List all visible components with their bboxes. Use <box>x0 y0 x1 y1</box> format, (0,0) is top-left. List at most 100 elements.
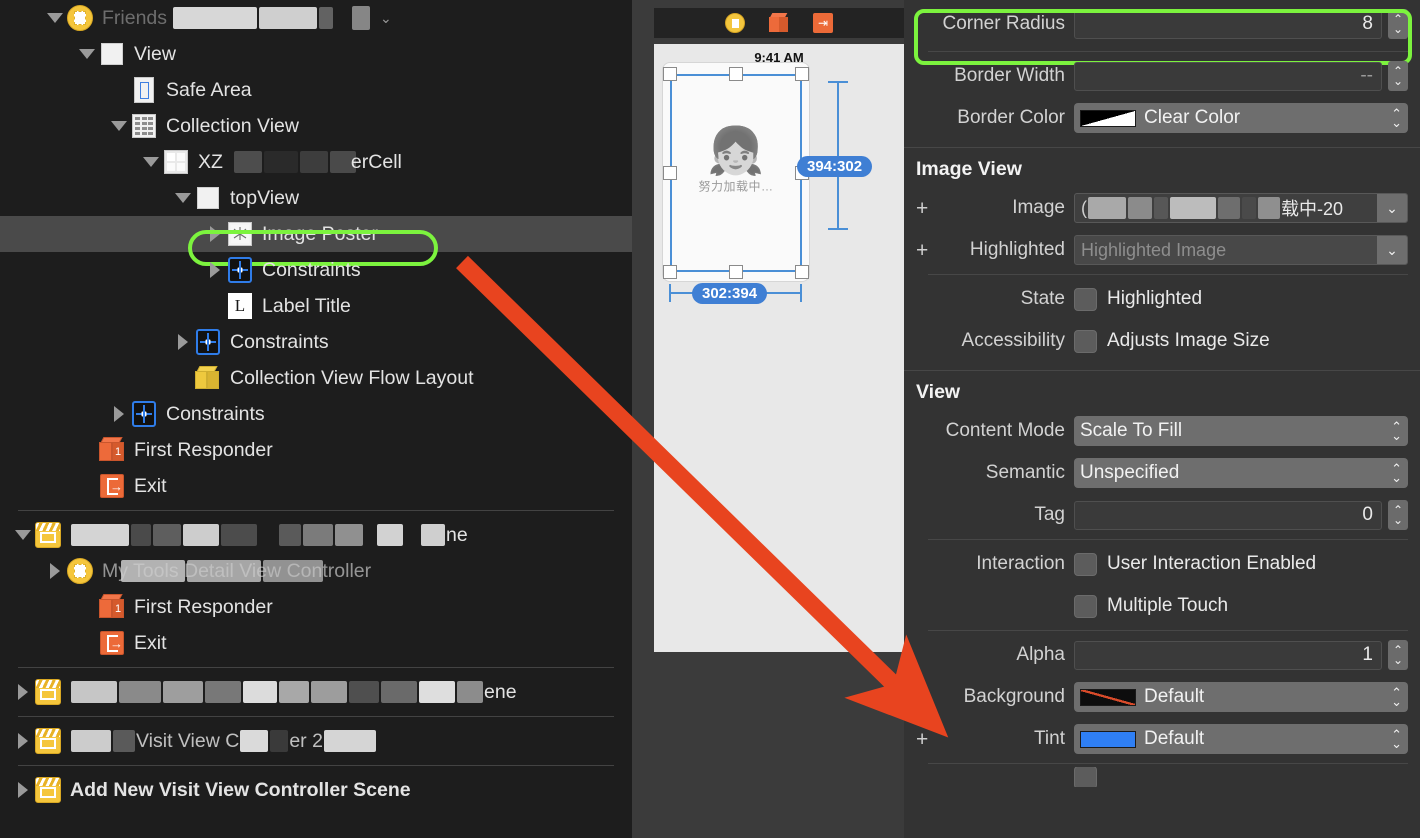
size-badge-bottom[interactable]: 302:394 <box>692 283 768 304</box>
disclosure-triangle-icon[interactable] <box>12 723 34 759</box>
device-preview[interactable]: 9:41 AM 👧 努力加载中… 394:302 302:394 <box>654 44 904 652</box>
image-chevron-down-icon[interactable]: ⌄ <box>1377 194 1407 222</box>
resize-handle-bottom-left[interactable] <box>663 265 677 279</box>
tag-input[interactable]: 0 <box>1074 500 1382 530</box>
image-row[interactable]: + Image ( 载中-20 ⌄ <box>904 187 1420 229</box>
border-width-row[interactable]: Border Width -- ⌃ ⌄ <box>904 55 1420 97</box>
outline-row-collection-view-cell[interactable]: XZ erCell <box>0 144 632 180</box>
disclosure-triangle-icon[interactable] <box>204 252 226 288</box>
alpha-row[interactable]: Alpha 1 ⌃ ⌄ <box>904 634 1420 676</box>
accessibility-row[interactable]: Accessibility Adjusts Image Size <box>904 320 1420 362</box>
corner-radius-stepper[interactable]: ⌃ ⌄ <box>1388 9 1408 39</box>
background-popup[interactable]: Default ⌃ ⌄ <box>1074 682 1408 712</box>
outline-row-collection-view[interactable]: Collection View <box>0 108 632 144</box>
outline-row-constraints-3[interactable]: Constraints <box>0 396 632 432</box>
content-mode-popup[interactable]: Scale To Fill ⌃ ⌄ <box>1074 416 1408 446</box>
multiple-touch-row[interactable]: Multiple Touch <box>904 585 1420 627</box>
border-color-row[interactable]: Border Color Clear Color ⌃ ⌄ <box>904 97 1420 139</box>
outline-row-my-tools-detail-vc[interactable]: My Tools Detail View Controller <box>0 553 632 589</box>
alpha-input[interactable]: 1 <box>1074 640 1382 670</box>
user-interaction-enabled-checkbox[interactable] <box>1074 552 1097 576</box>
outline-row-scene-3[interactable]: ene <box>0 674 632 710</box>
border-width-input[interactable]: -- <box>1074 61 1382 91</box>
outline-row-first-responder-2[interactable]: 1 First Responder <box>0 589 632 625</box>
drawing-row-partial[interactable] <box>904 767 1420 787</box>
drawing-checkbox-partial[interactable] <box>1074 767 1097 787</box>
outline-row-constraints-2[interactable]: Constraints <box>0 324 632 360</box>
outline-row-friends-poster-scene[interactable]: Friends Poster Sc ⌄ <box>0 0 632 36</box>
outline-row-topview[interactable]: topView <box>0 180 632 216</box>
highlighted-chevron-down-icon[interactable]: ⌄ <box>1377 236 1407 264</box>
add-highlighted-variation-icon[interactable]: + <box>916 240 928 261</box>
disclosure-triangle-icon[interactable] <box>12 517 34 553</box>
outline-row-safe-area[interactable]: Safe Area <box>0 72 632 108</box>
view-controller-dock-icon[interactable] <box>725 13 745 33</box>
document-outline-panel[interactable]: Friends Poster Sc ⌄ View Safe Area <box>0 0 632 838</box>
outline-row-scene-4[interactable]: Visit View C er 2 <box>0 723 632 759</box>
state-row[interactable]: State Highlighted <box>904 278 1420 320</box>
disclosure-triangle-icon[interactable] <box>172 324 194 360</box>
image-poster-selection[interactable]: 👧 努力加载中… <box>663 67 809 279</box>
adjusts-image-size-checkbox[interactable] <box>1074 329 1097 353</box>
corner-radius-row[interactable]: Corner Radius 8 ⌃ ⌄ <box>904 0 1420 48</box>
disclosure-triangle-icon[interactable] <box>44 553 66 589</box>
popup-arrows-icon[interactable]: ⌃ ⌄ <box>1391 419 1402 442</box>
outline-row-my-tools-scene[interactable]: My T ne <box>0 517 632 553</box>
canvas-panel[interactable]: ⇥ 9:41 AM 👧 努力加载中… 394:302 302:394 <box>632 0 904 838</box>
corner-radius-input[interactable]: 8 <box>1074 9 1382 39</box>
tag-row[interactable]: Tag 0 ⌃ ⌄ <box>904 494 1420 536</box>
outline-row-flow-layout[interactable]: Collection View Flow Layout <box>0 360 632 396</box>
chevron-down-icon[interactable]: ⌄ <box>380 10 392 27</box>
resize-handle-bottom-right[interactable] <box>795 265 809 279</box>
tint-popup[interactable]: Default ⌃ ⌄ <box>1074 724 1408 754</box>
tint-row[interactable]: + Tint Default ⌃ ⌄ <box>904 718 1420 760</box>
image-combo[interactable]: ( 载中-20 ⌄ <box>1074 193 1408 223</box>
scene-dock[interactable]: ⇥ <box>654 8 904 38</box>
popup-arrows-icon[interactable]: ⌃ ⌄ <box>1391 727 1402 750</box>
disclosure-triangle-icon[interactable] <box>12 772 34 808</box>
alpha-stepper[interactable]: ⌃ ⌄ <box>1388 640 1408 670</box>
disclosure-triangle-icon[interactable] <box>76 36 98 72</box>
outline-row-view[interactable]: View <box>0 36 632 72</box>
disclosure-triangle-icon[interactable] <box>108 108 130 144</box>
outline-row-exit-1[interactable]: Exit <box>0 468 632 504</box>
first-responder-dock-icon[interactable] <box>769 13 789 33</box>
resize-handle-top-left[interactable] <box>663 67 677 81</box>
background-row[interactable]: + Background Default ⌃ ⌄ <box>904 676 1420 718</box>
outline-row-first-responder-1[interactable]: 1 First Responder <box>0 432 632 468</box>
disclosure-triangle-icon[interactable] <box>12 674 34 710</box>
disclosure-triangle-icon[interactable] <box>204 216 226 252</box>
resize-handle-top-center[interactable] <box>729 67 743 81</box>
attributes-inspector-panel[interactable]: Corner Radius 8 ⌃ ⌄ Border Width -- ⌃ ⌄ Bo… <box>904 0 1420 838</box>
outline-row-image-poster[interactable]: Image Poster <box>0 216 632 252</box>
resize-handle-middle-left[interactable] <box>663 166 677 180</box>
outline-row-label-title[interactable]: L Label Title <box>0 288 632 324</box>
disclosure-triangle-icon[interactable] <box>140 144 162 180</box>
semantic-row[interactable]: Semantic Unspecified ⌃ ⌄ <box>904 452 1420 494</box>
add-tint-variation-icon[interactable]: + <box>916 729 928 750</box>
border-color-popup[interactable]: Clear Color ⌃ ⌄ <box>1074 103 1408 133</box>
content-mode-row[interactable]: Content Mode Scale To Fill ⌃ ⌄ <box>904 410 1420 452</box>
highlighted-image-row[interactable]: + Highlighted Highlighted Image ⌄ <box>904 229 1420 271</box>
exit-dock-icon[interactable]: ⇥ <box>813 13 833 33</box>
popup-arrows-icon[interactable]: ⌃ ⌄ <box>1391 106 1402 129</box>
disclosure-triangle-icon[interactable] <box>172 180 194 216</box>
highlighted-checkbox[interactable] <box>1074 287 1097 311</box>
add-background-variation-icon[interactable]: + <box>916 687 928 708</box>
resize-handle-bottom-center[interactable] <box>729 265 743 279</box>
highlighted-image-combo[interactable]: Highlighted Image ⌄ <box>1074 235 1408 265</box>
outline-row-scene-5[interactable]: Add New Visit View Controller Scene <box>0 772 632 808</box>
add-image-variation-icon[interactable]: + <box>916 198 928 219</box>
popup-arrows-icon[interactable]: ⌃ ⌄ <box>1391 461 1402 484</box>
tag-stepper[interactable]: ⌃ ⌄ <box>1388 500 1408 530</box>
multiple-touch-checkbox[interactable] <box>1074 594 1097 618</box>
interaction-row[interactable]: Interaction User Interaction Enabled <box>904 543 1420 585</box>
outline-row-exit-2[interactable]: Exit <box>0 625 632 661</box>
semantic-popup[interactable]: Unspecified ⌃ ⌄ <box>1074 458 1408 488</box>
resize-handle-top-right[interactable] <box>795 67 809 81</box>
popup-arrows-icon[interactable]: ⌃ ⌄ <box>1391 685 1402 708</box>
border-width-stepper[interactable]: ⌃ ⌄ <box>1388 61 1408 91</box>
disclosure-triangle-icon[interactable] <box>44 0 66 36</box>
disclosure-triangle-icon[interactable] <box>108 396 130 432</box>
size-badge-right[interactable]: 394:302 <box>797 156 873 177</box>
